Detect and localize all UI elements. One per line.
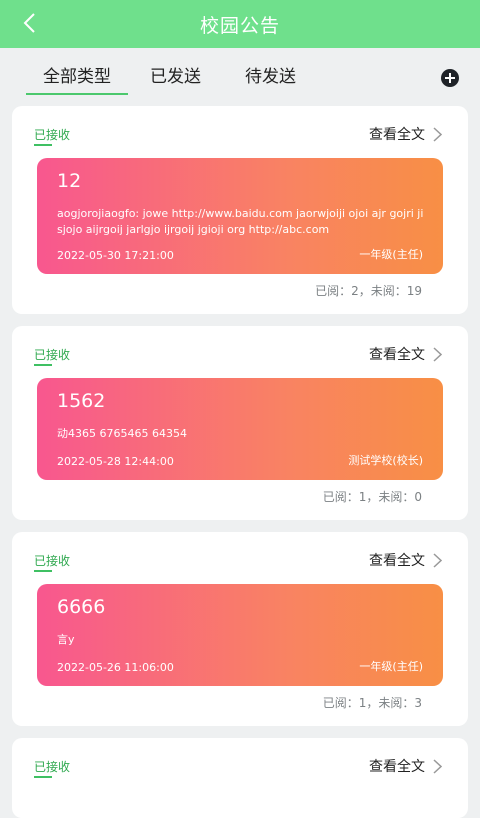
- notice-datetime: 2022-05-30 17:21:00: [57, 249, 174, 262]
- notice-card[interactable]: 已接收 查看全文 1562 动4365 6765465 64354 2022-0…: [12, 326, 468, 520]
- notice-sender: 一年级(主任): [359, 660, 423, 673]
- status-underline: [34, 570, 52, 572]
- view-full-text-link[interactable]: 查看全文: [369, 550, 442, 570]
- read-stats: 已阅：2，未阅：19: [315, 284, 422, 298]
- notice-sender: 测试学校(校长): [348, 454, 423, 467]
- notice-title: 12: [57, 170, 82, 192]
- notice-content-panel[interactable]: 1562 动4365 6765465 64354 2022-05-28 12:4…: [37, 378, 443, 480]
- view-full-text-label: 查看全文: [369, 347, 425, 363]
- status-badge: 已接收: [34, 348, 71, 362]
- status-badge: 已接收: [34, 128, 71, 142]
- notice-content: 言y: [57, 633, 75, 646]
- notice-card[interactable]: 已接收 查看全文: [12, 738, 468, 818]
- chevron-right-icon: [433, 758, 442, 774]
- view-full-text-label: 查看全文: [369, 553, 425, 569]
- chevron-left-icon: [23, 13, 35, 33]
- view-full-text-link[interactable]: 查看全文: [369, 344, 442, 364]
- filter-tabs: 全部类型 已发送 待发送: [0, 48, 480, 104]
- status-badge: 已接收: [34, 554, 71, 568]
- chevron-right-icon: [433, 126, 442, 142]
- notice-content-panel[interactable]: 12 aogjorojiaogfo: jowe http://www.baidu…: [37, 158, 443, 274]
- chevron-right-icon: [433, 346, 442, 362]
- read-stats: 已阅：1，未阅：3: [322, 696, 422, 710]
- view-full-text-link[interactable]: 查看全文: [369, 124, 442, 144]
- notice-content-panel[interactable]: 6666 言y 2022-05-26 11:06:00 一年级(主任): [37, 584, 443, 686]
- notice-datetime: 2022-05-28 12:44:00: [57, 455, 174, 468]
- status-underline: [34, 364, 52, 366]
- view-full-text-link[interactable]: 查看全文: [369, 756, 442, 776]
- notice-card[interactable]: 已接收 查看全文 6666 言y 2022-05-26 11:06:00 一年级…: [12, 532, 468, 726]
- notice-sender: 一年级(主任): [359, 248, 423, 261]
- app-header: 校园公告: [0, 0, 480, 48]
- notice-title: 6666: [57, 596, 106, 618]
- view-full-text-label: 查看全文: [369, 759, 425, 775]
- read-stats: 已阅：1，未阅：0: [322, 490, 422, 504]
- view-full-text-label: 查看全文: [369, 127, 425, 143]
- add-button[interactable]: [440, 68, 460, 88]
- tab-sent[interactable]: 已发送: [150, 62, 201, 93]
- page-title: 校园公告: [199, 14, 280, 37]
- notice-card[interactable]: 已接收 查看全文 12 aogjorojiaogfo: jowe http://…: [12, 106, 468, 314]
- notice-content: 动4365 6765465 64354: [57, 427, 187, 440]
- back-button[interactable]: [14, 8, 44, 38]
- tab-pending[interactable]: 待发送: [245, 62, 296, 93]
- notice-datetime: 2022-05-26 11:06:00: [57, 661, 174, 674]
- notice-content: aogjorojiaogfo: jowe http://www.baidu.co…: [57, 207, 424, 236]
- plus-circle-icon: [441, 69, 459, 87]
- status-underline: [34, 144, 52, 146]
- notice-title: 1562: [57, 390, 106, 412]
- status-underline: [34, 776, 52, 778]
- status-badge: 已接收: [34, 760, 71, 774]
- chevron-right-icon: [433, 552, 442, 568]
- tab-all-types[interactable]: 全部类型: [26, 62, 128, 95]
